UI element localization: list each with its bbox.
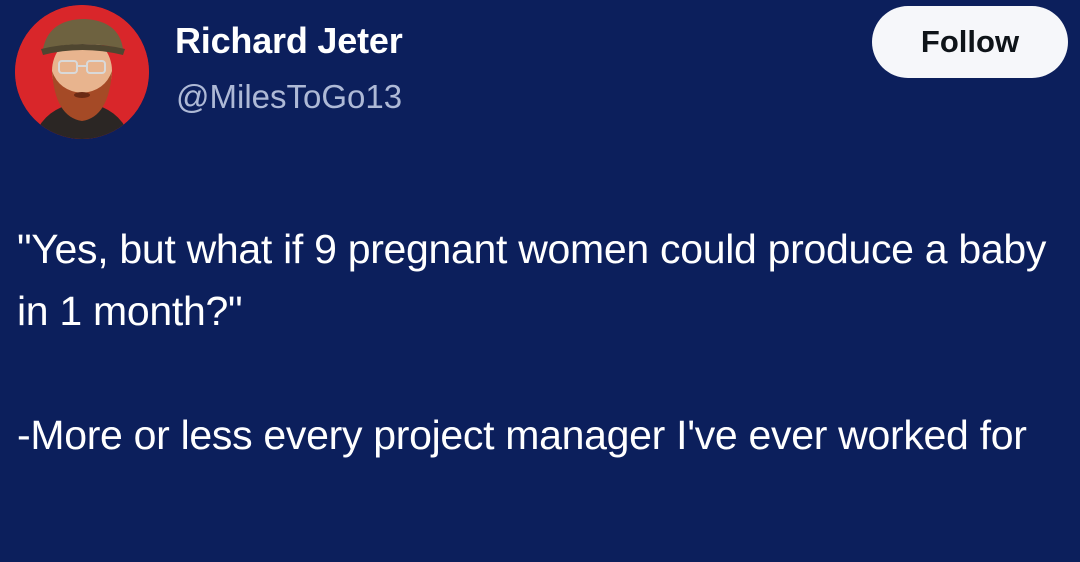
follow-button[interactable]: Follow	[872, 6, 1068, 78]
tweet-attribution: -More or less every project manager I've…	[17, 412, 1027, 458]
author-handle[interactable]: @MilesToGo13	[176, 78, 402, 116]
avatar[interactable]	[15, 5, 149, 139]
tweet-quote: "Yes, but what if 9 pregnant women could…	[17, 226, 1047, 334]
author-name[interactable]: Richard Jeter	[175, 20, 403, 62]
tweet-body: "Yes, but what if 9 pregnant women could…	[17, 218, 1067, 466]
avatar-portrait-icon	[15, 5, 149, 139]
tweet-card: Richard Jeter @MilesToGo13 Follow "Yes, …	[0, 0, 1080, 562]
